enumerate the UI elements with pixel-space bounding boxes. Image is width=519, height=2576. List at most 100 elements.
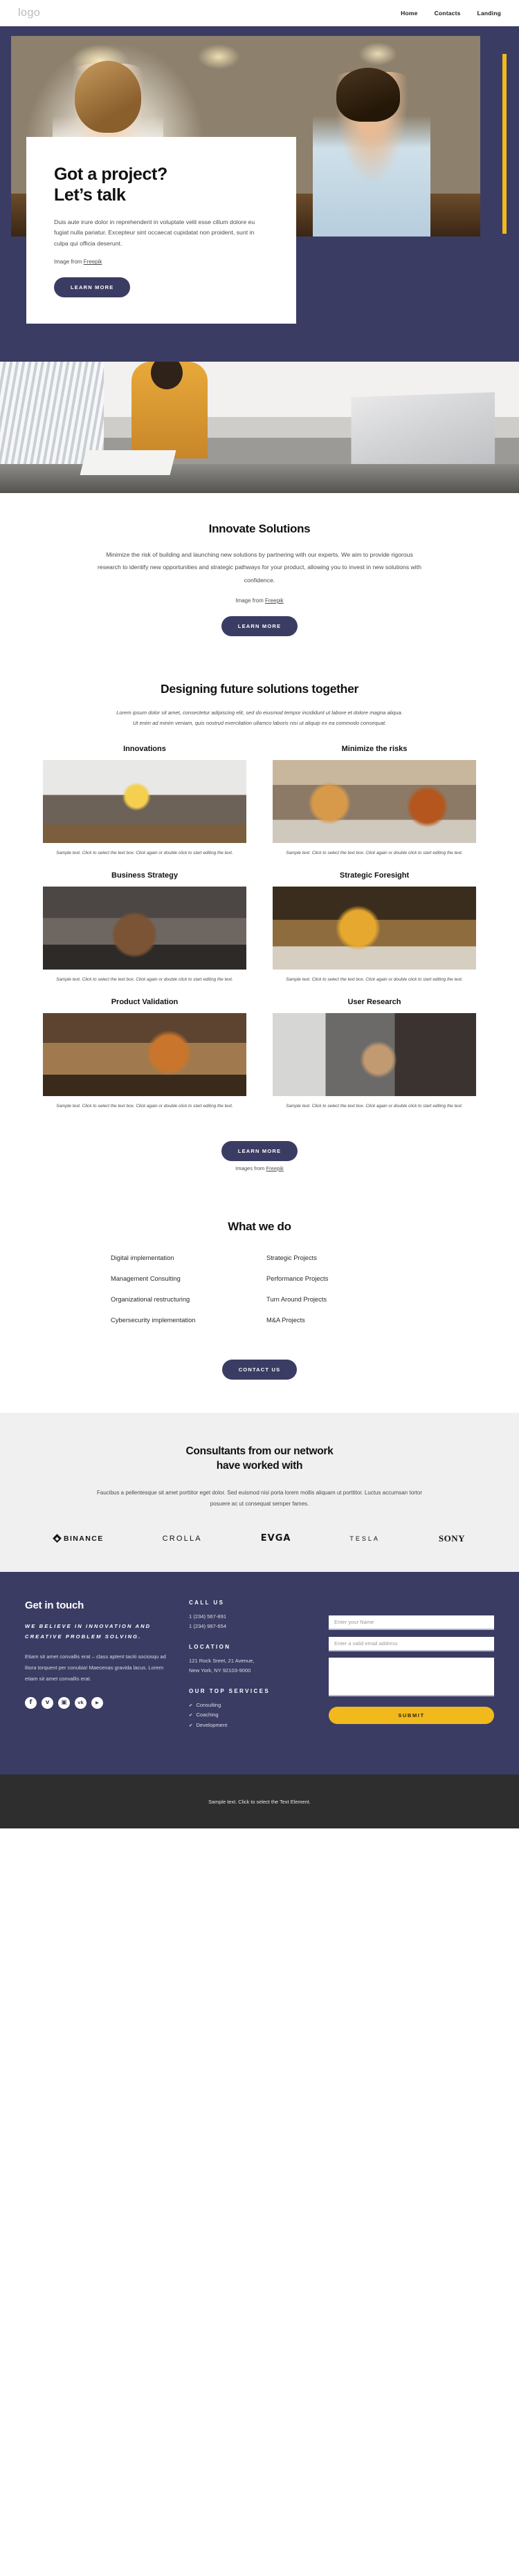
designing-learn-more-button[interactable]: LEARN MORE <box>221 1140 298 1161</box>
submit-button[interactable]: SUBMIT <box>329 1706 494 1724</box>
designing-credit-prefix: Images from <box>235 1165 266 1171</box>
bottom-bar-text: Sample text. Click to select the Text El… <box>208 1798 311 1805</box>
innovate-credit-link[interactable]: Freepik <box>265 597 284 604</box>
card-caption: Sample text. Click to select the text bo… <box>286 1103 463 1109</box>
service-item[interactable]: M&A Projects <box>266 1317 408 1324</box>
solution-card[interactable]: Business Strategy Sample text. Click to … <box>43 871 246 984</box>
card-image <box>43 887 246 970</box>
footer-location-heading: LOCATION <box>189 1643 231 1650</box>
service-item[interactable]: Digital implementation <box>111 1254 253 1261</box>
hero-credit-link[interactable]: Freepik <box>84 259 102 265</box>
nav-link-home[interactable]: Home <box>401 10 417 17</box>
consultants-title-line-2: have worked with <box>216 1459 303 1472</box>
footer-slogan: WE BELIEVE IN INNOVATION AND CREATIVE PR… <box>25 1622 152 1640</box>
footer-location-block: LOCATION 121 Rock Sreet, 21 Avenue, New … <box>189 1644 313 1676</box>
card-title: Innovations <box>123 745 166 754</box>
card-caption: Sample text. Click to select the text bo… <box>286 851 463 856</box>
solution-card[interactable]: Innovations Sample text. Click to select… <box>43 745 246 858</box>
hero-photo-hair-left <box>75 61 141 133</box>
what-we-do-list: Digital implementation Strategic Project… <box>111 1254 408 1324</box>
card-caption: Sample text. Click to select the text bo… <box>56 1103 233 1109</box>
service-item[interactable]: Performance Projects <box>266 1275 408 1282</box>
footer-description: Etiam sit amet convallis erat – class ap… <box>25 1653 166 1682</box>
message-textarea[interactable] <box>329 1657 494 1696</box>
client-logo-evga[interactable]: EVGA <box>261 1533 291 1544</box>
solution-card[interactable]: Minimize the risks Sample text. Click to… <box>273 745 476 858</box>
client-logo-sony[interactable]: SONY <box>439 1533 465 1544</box>
name-input[interactable] <box>329 1615 494 1630</box>
card-image <box>273 887 476 970</box>
client-logo-binance[interactable]: BINANCE <box>53 1534 104 1543</box>
hero-card: Got a project? Let’s talk Duis aute irur… <box>26 137 296 324</box>
footer-service-item[interactable]: Development <box>189 1721 313 1730</box>
footer-address-line-2: New York, NY 92103-9000 <box>189 1667 251 1674</box>
what-we-do-cta-wrap: CONTACT US <box>0 1347 519 1380</box>
vk-icon[interactable]: vk <box>75 1696 86 1709</box>
card-title: Minimize the risks <box>341 745 408 754</box>
innovate-image-credit: Image from Freepik <box>0 597 519 604</box>
consultants-body-text: Faucibus a pellentesque sit amet porttit… <box>97 1489 423 1507</box>
facebook-icon[interactable]: f <box>25 1696 37 1709</box>
footer-contact-column: CALL US 1 (234) 567-891 1 (234) 987-654 … <box>189 1600 313 1743</box>
nav-link-contacts[interactable]: Contacts <box>435 10 461 17</box>
consultants-title-line-1: Consultants from our network <box>185 1445 334 1457</box>
client-logo-tesla[interactable]: TESLA <box>349 1535 380 1542</box>
hero-credit-prefix: Image from <box>54 259 84 266</box>
contact-us-button[interactable]: CONTACT US <box>221 1359 298 1380</box>
solution-card[interactable]: User Research Sample text. Click to sele… <box>273 998 476 1111</box>
footer-services-list: Consulting Coaching Development <box>189 1701 313 1730</box>
site-logo[interactable]: logo <box>18 7 40 19</box>
footer-call-us-block: CALL US 1 (234) 567-891 1 (234) 987-654 <box>189 1600 313 1631</box>
hero-image-credit: Image from Freepik <box>54 259 268 265</box>
innovate-learn-more-button[interactable]: LEARN MORE <box>221 615 298 636</box>
footer-phone-2[interactable]: 1 (234) 987-654 <box>189 1622 313 1631</box>
client-logo-label: BINANCE <box>64 1534 104 1543</box>
what-we-do-section: What we do Digital implementation Strate… <box>0 1184 519 1413</box>
footer-services-heading: OUR TOP SERVICES <box>189 1687 271 1694</box>
youtube-icon[interactable]: ▶ <box>91 1696 103 1709</box>
card-title: Product Validation <box>111 997 179 1006</box>
twitter-icon[interactable]: ᴠ <box>42 1696 53 1709</box>
footer-service-item[interactable]: Consulting <box>189 1701 313 1710</box>
top-navbar: logo Home Contacts Landing <box>0 0 519 26</box>
card-title: Strategic Foresight <box>339 871 410 880</box>
footer-contact-form: SUBMIT <box>329 1600 494 1743</box>
innovate-body-text: Minimize the risk of building and launch… <box>98 551 421 584</box>
innovate-credit-prefix: Image from <box>235 597 265 604</box>
service-item[interactable]: Turn Around Projects <box>266 1296 408 1303</box>
client-logo-label: EVGA <box>260 1533 291 1544</box>
client-logo-label: CROLLA <box>162 1534 202 1543</box>
client-logo-crolla[interactable]: CROLLA <box>163 1535 202 1543</box>
card-image <box>43 1012 246 1096</box>
landing-page: logo Home Contacts Landing Got a project… <box>0 0 519 1828</box>
binance-diamond-icon <box>53 1534 62 1543</box>
designing-images-credit: Images from Freepik <box>0 1165 519 1177</box>
hero-title-line-1: Got a project? <box>54 165 167 184</box>
innovate-title: Innovate Solutions <box>208 522 311 535</box>
hero-learn-more-button[interactable]: LEARN MORE <box>54 277 131 298</box>
service-item[interactable]: Strategic Projects <box>266 1254 408 1261</box>
card-caption: Sample text. Click to select the text bo… <box>56 851 233 856</box>
hero-section: Got a project? Let’s talk Duis aute irur… <box>0 26 519 362</box>
service-item[interactable]: Management Consulting <box>111 1275 253 1282</box>
designing-credit-link[interactable]: Freepik <box>266 1165 283 1171</box>
service-item[interactable]: Organizational restructuring <box>111 1296 253 1303</box>
nav-link-landing[interactable]: Landing <box>477 10 501 17</box>
nav-links: Home Contacts Landing <box>401 10 501 17</box>
hero-body-text: Duis aute irure dolor in reprehenderit i… <box>54 219 255 247</box>
designing-cta-wrap: LEARN MORE <box>0 1111 519 1165</box>
card-caption: Sample text. Click to select the text bo… <box>286 977 463 983</box>
email-input[interactable] <box>329 1636 494 1651</box>
footer-phone-1[interactable]: 1 (234) 567-891 <box>189 1612 313 1622</box>
designing-lead-text: Lorem ipsum dolor sit amet, consectetur … <box>116 709 403 726</box>
consultants-section: Consultants from our network have worked… <box>0 1412 519 1572</box>
solution-card[interactable]: Product Validation Sample text. Click to… <box>43 998 246 1111</box>
instagram-icon[interactable]: ▣ <box>58 1696 70 1709</box>
bottom-bar: Sample text. Click to select the Text El… <box>0 1775 519 1828</box>
hero-accent-bar <box>502 54 507 234</box>
footer-service-item[interactable]: Coaching <box>189 1710 313 1720</box>
service-item[interactable]: Cybersecurity implementation <box>111 1317 253 1324</box>
innovate-cta-wrap: LEARN MORE <box>0 604 519 636</box>
hero-title-line-2: Let’s talk <box>54 185 126 205</box>
solution-card[interactable]: Strategic Foresight Sample text. Click t… <box>273 871 476 984</box>
